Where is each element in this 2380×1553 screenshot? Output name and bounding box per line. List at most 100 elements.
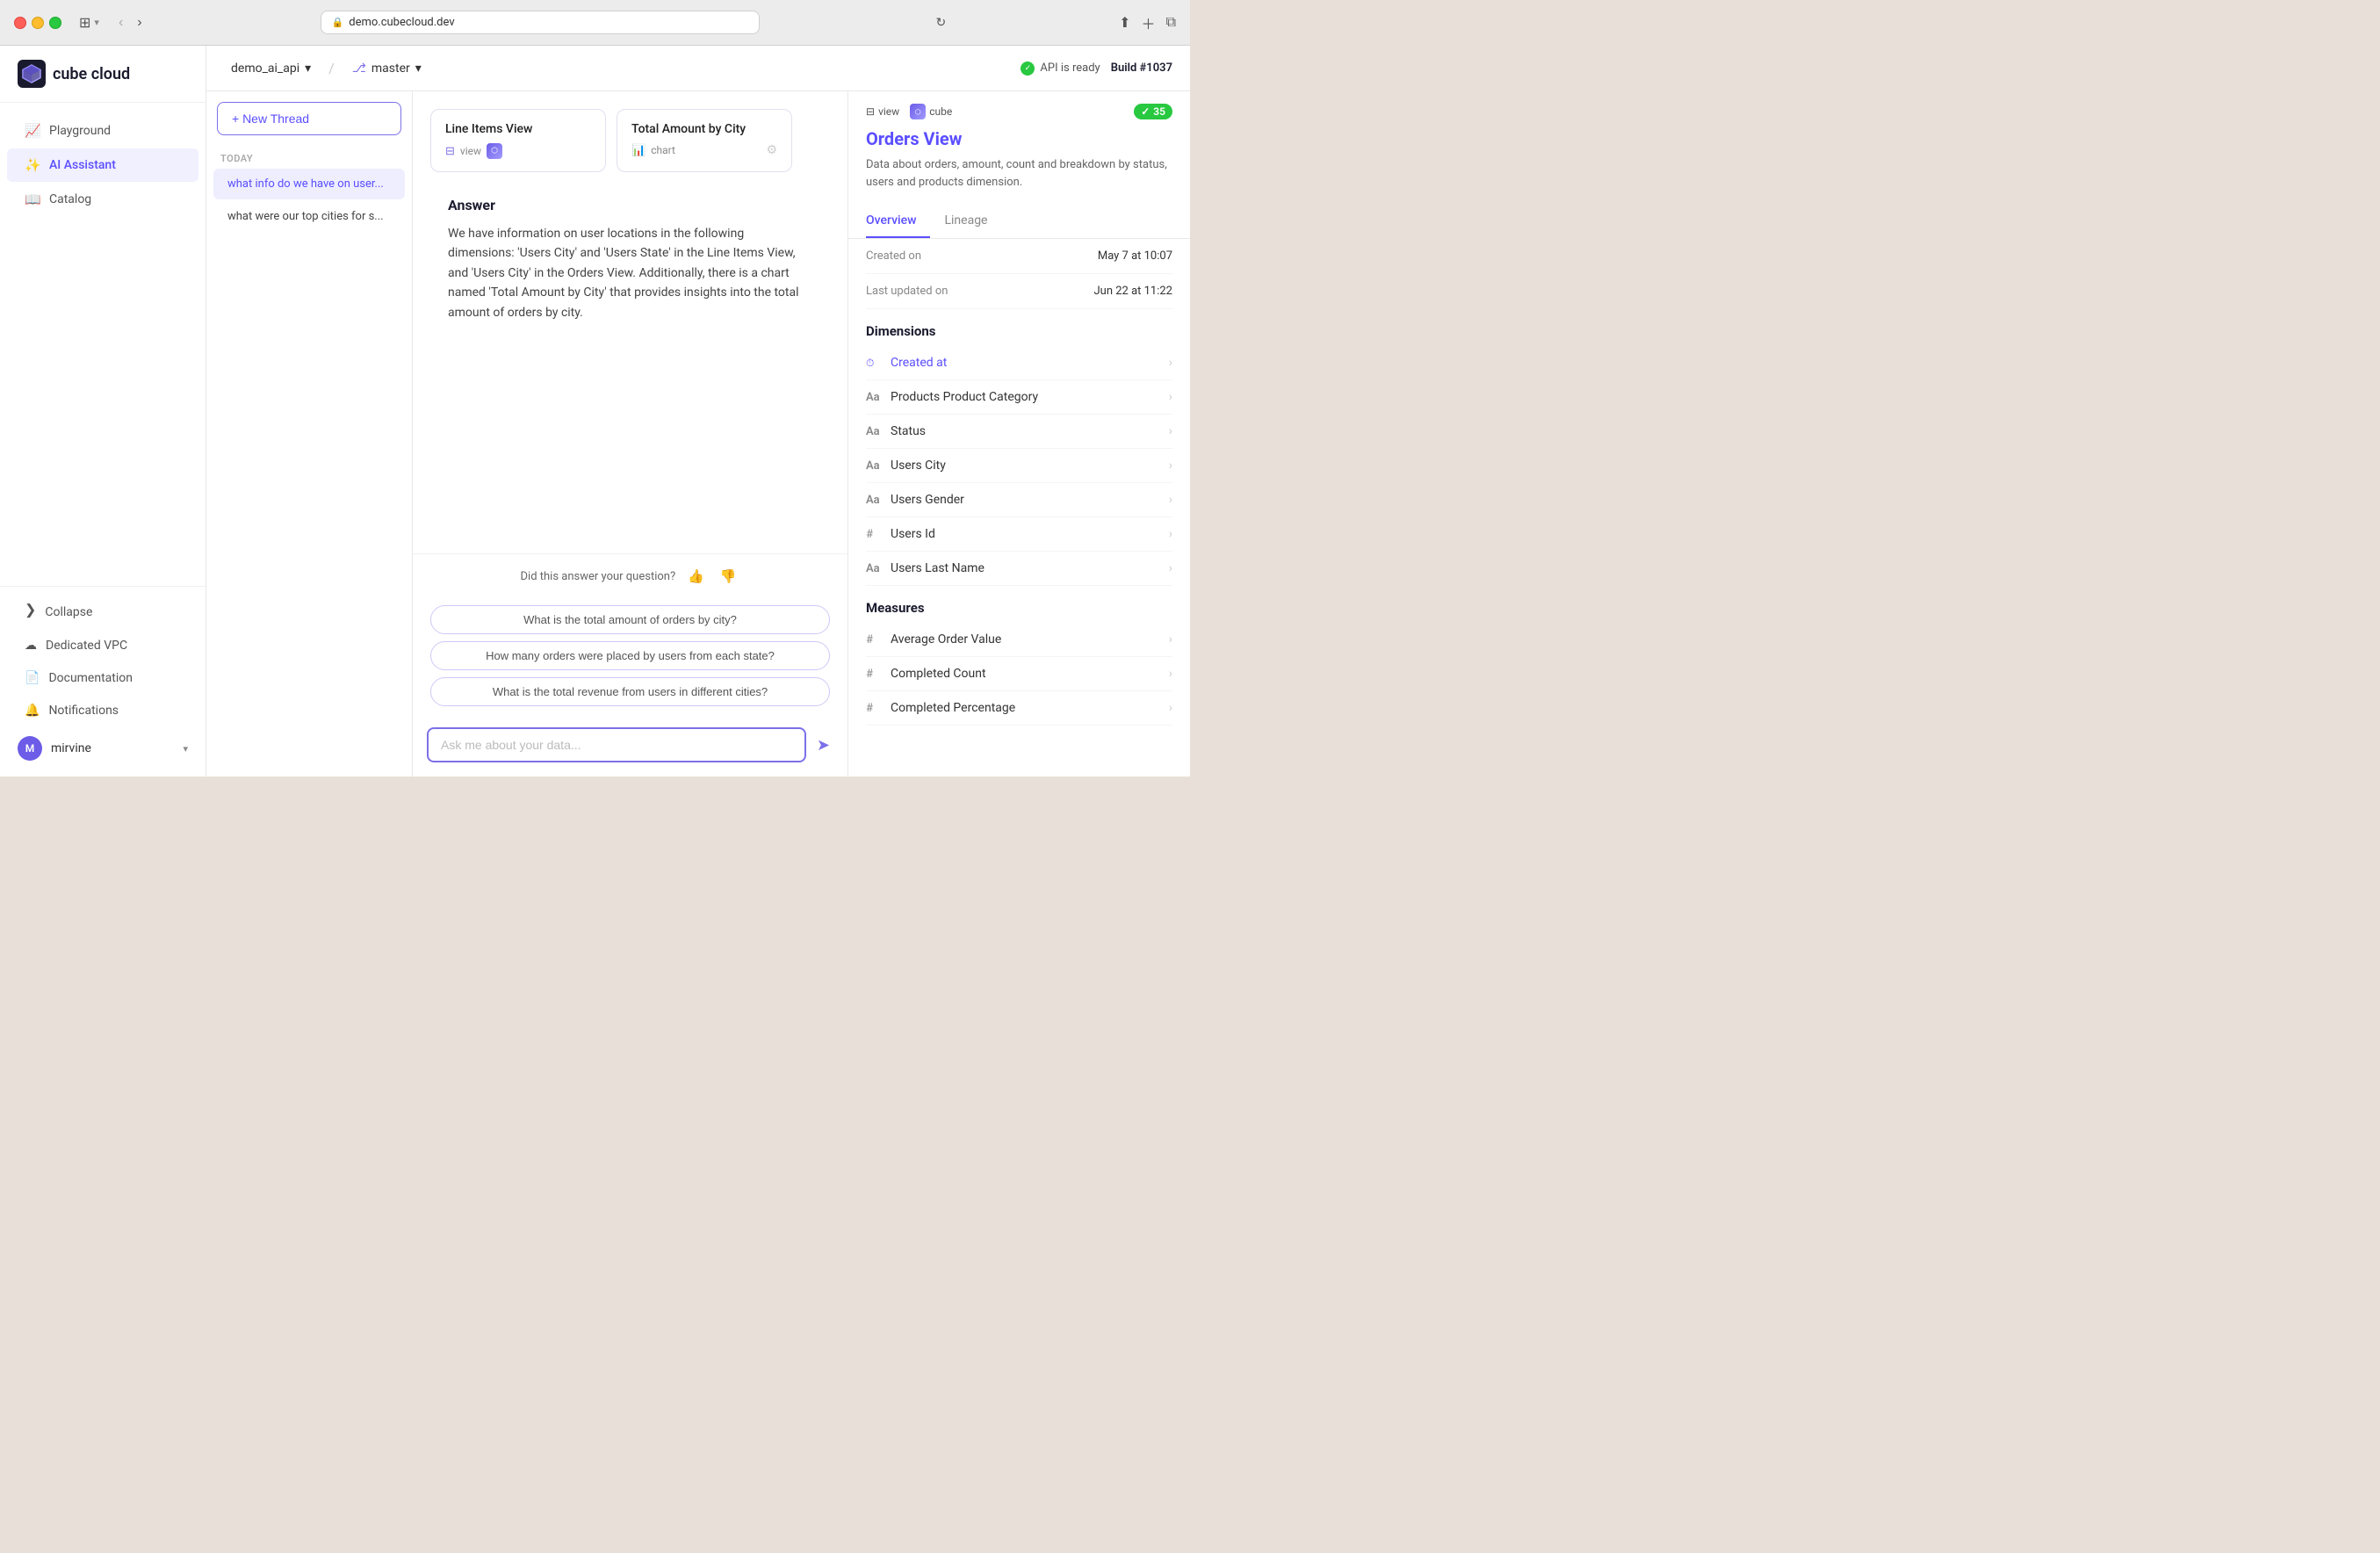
new-thread-button[interactable]: + New Thread <box>217 102 401 135</box>
tab-overview[interactable]: Overview <box>866 205 930 238</box>
sidebar-item-playground[interactable]: 📈 Playground <box>7 114 198 148</box>
sidebar: cube cloud 📈 Playground ✨ AI Assistant 📖… <box>0 46 206 776</box>
last-updated-label: Last updated on <box>866 285 948 298</box>
sidebar-header: cube cloud <box>0 46 206 103</box>
measure-completed-count[interactable]: # Completed Count › <box>866 657 1172 691</box>
dimension-users-gender[interactable]: Aa Users Gender › <box>866 483 1172 517</box>
sidebar-item-vpc[interactable]: ☁ Dedicated VPC <box>7 630 198 661</box>
detail-tabs: Overview Lineage <box>848 205 1190 239</box>
chevron-right-icon-5: › <box>1169 493 1172 507</box>
tab-lineage[interactable]: Lineage <box>944 205 1001 238</box>
notifications-icon: 🔔 <box>25 704 40 718</box>
suggestion-2[interactable]: What is the total revenue from users in … <box>430 677 830 706</box>
send-icon: ➤ <box>817 736 830 754</box>
close-button[interactable] <box>14 17 26 29</box>
project-selector[interactable]: demo_ai_api ▾ <box>224 58 318 79</box>
reload-button[interactable]: ↻ <box>935 15 946 30</box>
measure-average-order-value[interactable]: # Average Order Value › <box>866 623 1172 657</box>
thread-item-0[interactable]: what info do we have on user... <box>213 169 405 199</box>
sidebar-toggle[interactable]: ⊞ ▾ <box>79 14 99 31</box>
cards-row: Line Items View ⊟ view ⬡ Total Amount by… <box>430 109 830 172</box>
view-icon: ⊟ <box>445 145 455 158</box>
measure-label-cc: Completed Count <box>891 667 986 681</box>
count-check-icon: ✓ <box>1141 105 1150 118</box>
chevron-right-icon-10: › <box>1169 701 1172 715</box>
measure-left-cp: # Completed Percentage <box>866 701 1015 715</box>
catalog-icon: 📖 <box>25 191 40 207</box>
settings-icon[interactable]: ⚙ <box>766 143 777 157</box>
share-button[interactable]: ⬆ <box>1119 14 1130 32</box>
detail-panel: ⊟ view ⬡ cube ✓ 35 Orders View Dat <box>847 91 1190 776</box>
thumbs-up-button[interactable]: 👍 <box>684 565 708 588</box>
card-chart-label: chart <box>651 144 675 156</box>
suggestion-0[interactable]: What is the total amount of orders by ci… <box>430 605 830 634</box>
fullscreen-button[interactable] <box>49 17 61 29</box>
sidebar-item-label-ai-assistant: AI Assistant <box>49 158 116 172</box>
collapse-label: Collapse <box>45 605 92 619</box>
sidebar-item-collapse[interactable]: ❮ Collapse <box>7 595 198 629</box>
created-on-label: Created on <box>866 249 921 263</box>
tabs-button[interactable]: ⧉ <box>1166 15 1176 31</box>
created-on-value: May 7 at 10:07 <box>1098 249 1172 263</box>
branch-selector[interactable]: ⎇ master ▾ <box>345 58 429 79</box>
view-badge: ⊟ view <box>866 105 899 118</box>
cube-icon: ⬡ <box>487 143 502 159</box>
thumbs-down-button[interactable]: 👎 <box>717 565 740 588</box>
address-bar[interactable]: 🔒 demo.cubecloud.dev <box>321 11 760 34</box>
string-icon-2: Aa <box>866 425 883 438</box>
dimension-status[interactable]: Aa Status › <box>866 415 1172 449</box>
sidebar-item-ai-assistant[interactable]: ✨ AI Assistant <box>7 148 198 182</box>
sidebar-item-documentation[interactable]: 📄 Documentation <box>7 662 198 694</box>
send-button[interactable]: ➤ <box>813 733 833 758</box>
dimension-left-created-at: ⏱ Created at <box>866 356 947 370</box>
documentation-icon: 📄 <box>25 671 40 685</box>
forward-button[interactable]: › <box>132 13 147 33</box>
view-badge-icon: ⊟ <box>866 105 875 118</box>
string-icon-5: Aa <box>866 562 883 575</box>
chat-input[interactable] <box>427 727 806 762</box>
branch-icon: ⎇ <box>352 61 366 76</box>
count-badge: ✓ 35 <box>1134 104 1172 119</box>
dimension-label-users-city: Users City <box>891 459 946 473</box>
dimension-users-city[interactable]: Aa Users City › <box>866 449 1172 483</box>
sidebar-nav: 📈 Playground ✨ AI Assistant 📖 Catalog <box>0 103 206 586</box>
card-total-amount[interactable]: Total Amount by City 📊 chart ⚙ <box>617 109 792 172</box>
last-updated-row: Last updated on Jun 22 at 11:22 <box>866 274 1172 309</box>
dimension-left-users-last-name: Aa Users Last Name <box>866 561 984 575</box>
chevron-right-icon-8: › <box>1169 632 1172 646</box>
dimension-label-created-at: Created at <box>891 356 947 370</box>
measure-left-cc: # Completed Count <box>866 667 986 681</box>
string-icon: Aa <box>866 391 883 404</box>
dimension-users-last-name[interactable]: Aa Users Last Name › <box>866 552 1172 586</box>
minimize-button[interactable] <box>32 17 44 29</box>
back-button[interactable]: ‹ <box>113 13 128 33</box>
detail-title: Orders View <box>866 128 1172 149</box>
feedback-question: Did this answer your question? <box>521 570 676 583</box>
playground-icon: 📈 <box>25 123 40 139</box>
logo-icon <box>18 60 46 88</box>
user-profile[interactable]: M mirvine ▾ <box>0 727 206 769</box>
detail-content: Created on May 7 at 10:07 Last updated o… <box>848 239 1190 726</box>
thread-section-today: TODAY <box>206 146 412 168</box>
logo[interactable]: cube cloud <box>18 60 188 88</box>
thread-item-1[interactable]: what were our top cities for s... <box>213 201 405 232</box>
measure-completed-percentage[interactable]: # Completed Percentage › <box>866 691 1172 726</box>
dimension-products-category[interactable]: Aa Products Product Category › <box>866 380 1172 415</box>
count-value: 35 <box>1153 105 1165 118</box>
dimension-created-at[interactable]: ⏱ Created at › <box>866 346 1172 380</box>
measures-title: Measures <box>866 586 1172 623</box>
sidebar-item-catalog[interactable]: 📖 Catalog <box>7 183 198 216</box>
measure-left-aov: # Average Order Value <box>866 632 1001 646</box>
dimension-left-users-city: Aa Users City <box>866 459 946 473</box>
suggestion-1[interactable]: How many orders were placed by users fro… <box>430 641 830 670</box>
view-badge-label: view <box>878 105 899 118</box>
dimension-users-id[interactable]: # Users Id › <box>866 517 1172 552</box>
app-container: cube cloud 📈 Playground ✨ AI Assistant 📖… <box>0 46 1190 776</box>
card-line-items-view[interactable]: Line Items View ⊟ view ⬡ <box>430 109 606 172</box>
dimension-left-products-category: Aa Products Product Category <box>866 390 1038 404</box>
detail-badges: ⊟ view ⬡ cube ✓ 35 <box>866 104 1172 119</box>
new-tab-button[interactable]: ＋ <box>1142 12 1156 33</box>
sidebar-item-notifications[interactable]: 🔔 Notifications <box>7 695 198 726</box>
chart-icon: 📊 <box>631 144 645 157</box>
status-dot: ✓ <box>1021 61 1035 76</box>
